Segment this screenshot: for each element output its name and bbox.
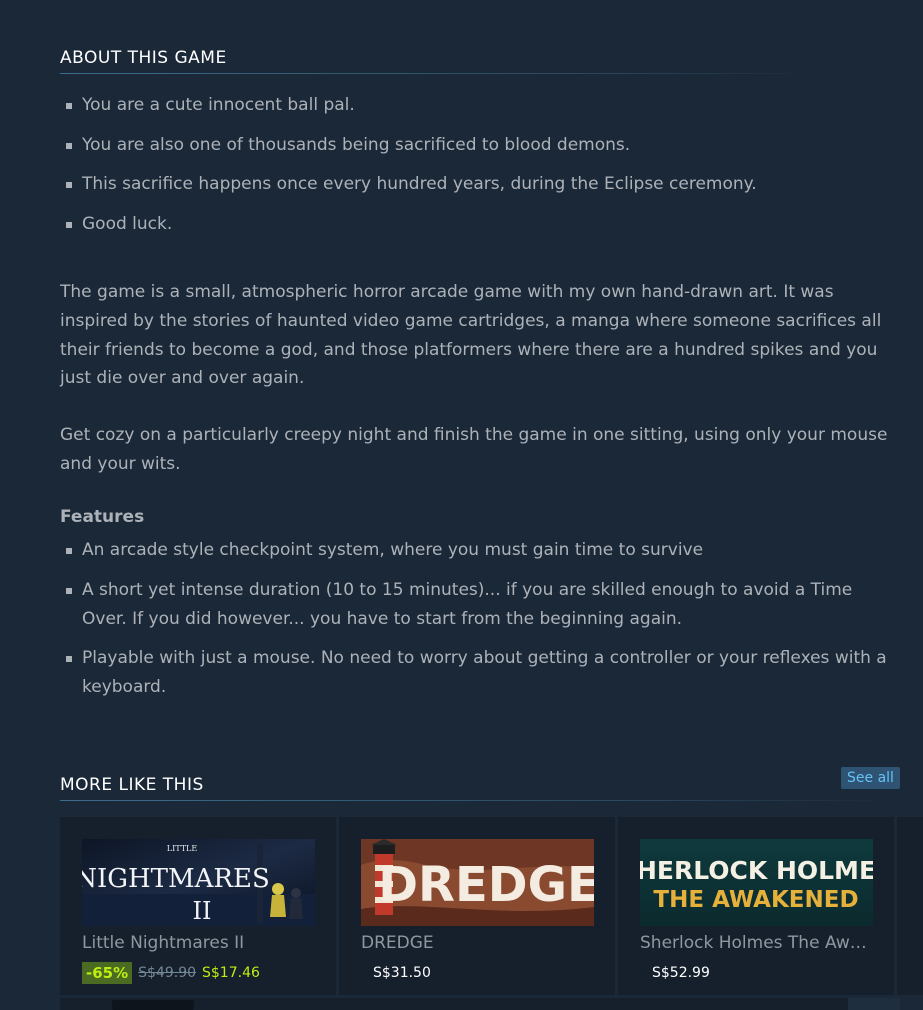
bullet-square-icon <box>66 221 72 228</box>
discount-badge: -65% <box>82 962 133 984</box>
price: S$31.50 <box>373 965 431 981</box>
bullet-square-icon <box>66 656 72 662</box>
bullet-text: You are also one of thousands being sacr… <box>82 134 631 155</box>
logo-text: SHERLOCK HOLMES <box>640 856 873 885</box>
logo-text: THE AWAKENED <box>653 887 858 913</box>
game-capsule-image[interactable]: LITTLE NIGHTMARES II <box>82 839 315 926</box>
next-card-peek <box>897 817 923 995</box>
logo-text: LITTLE <box>167 844 198 853</box>
bullet-text: You are a cute innocent ball pal. <box>82 95 355 115</box>
bullet-text: A short yet intense duration (10 to 15 m… <box>82 579 853 629</box>
logo-text: DREDGE <box>378 857 594 913</box>
price: S$52.99 <box>652 965 710 981</box>
see-all-button[interactable]: See all <box>841 767 900 789</box>
list-item: A short yet intense duration (10 to 15 m… <box>60 576 900 634</box>
game-capsule-image[interactable]: SHERLOCK HOLMES THE AWAKENED <box>640 839 873 926</box>
carousel-next-arrow-icon[interactable] <box>848 998 900 1010</box>
game-card-dredge[interactable]: DREDGE DREDGE S$31.50 <box>339 817 615 995</box>
final-price: S$17.46 <box>202 965 260 981</box>
features-heading: Features <box>60 507 145 527</box>
logo-text: NIGHTMARES <box>82 864 270 894</box>
bullet-text: An arcade style checkpoint system, where… <box>82 540 704 560</box>
price-block: S$52.99 <box>640 962 710 984</box>
bullet-square-icon <box>66 548 72 554</box>
bullet-square-icon <box>66 182 72 188</box>
list-item: You are also one of thousands being sacr… <box>60 131 900 160</box>
price-block: S$31.50 <box>361 962 431 984</box>
features-list: An arcade style checkpoint system, where… <box>60 536 900 713</box>
bullet-square-icon <box>66 142 72 149</box>
game-card-sherlock-holmes[interactable]: SHERLOCK HOLMES THE AWAKENED Sherlock Ho… <box>618 817 894 995</box>
list-item: You are a cute innocent ball pal. <box>60 91 900 120</box>
recommendation-carousel: LITTLE NIGHTMARES II Little Nightmares I… <box>60 817 923 995</box>
logo-text: II <box>193 897 212 925</box>
bullet-square-icon <box>66 587 72 594</box>
more-like-this-heading: MORE LIKE THIS <box>60 775 895 801</box>
list-item: Playable with just a mouse. No need to w… <box>60 644 900 702</box>
list-item: An arcade style checkpoint system, where… <box>60 536 900 565</box>
list-item: This sacrifice happens once every hundre… <box>60 170 900 199</box>
game-title[interactable]: Little Nightmares II <box>82 933 317 953</box>
description-paragraph: The game is a small, atmospheric horror … <box>60 282 882 389</box>
game-capsule-image[interactable]: DREDGE <box>361 839 594 926</box>
about-bullet-list: You are a cute innocent ball pal. You ar… <box>60 91 900 249</box>
bullet-text: Playable with just a mouse. No need to w… <box>82 648 887 697</box>
bullet-text: Good luck. <box>82 213 173 234</box>
description-paragraph: Get cozy on a particularly creepy night … <box>60 425 888 474</box>
price-block: -65% S$49.90 S$17.46 <box>82 962 260 984</box>
carousel-scroll-handle[interactable] <box>112 1000 194 1010</box>
game-card-little-nightmares[interactable]: LITTLE NIGHTMARES II Little Nightmares I… <box>60 817 336 995</box>
carousel-scrollbar[interactable] <box>60 998 900 1010</box>
bullet-text: This sacrifice happens once every hundre… <box>82 174 757 194</box>
original-price: S$49.90 <box>138 965 197 981</box>
game-title[interactable]: Sherlock Holmes The Awakened <box>640 933 875 953</box>
list-item: Good luck. <box>60 210 900 239</box>
game-title[interactable]: DREDGE <box>361 933 596 953</box>
bullet-square-icon <box>66 103 72 109</box>
about-section-heading: ABOUT THIS GAME <box>60 48 820 74</box>
